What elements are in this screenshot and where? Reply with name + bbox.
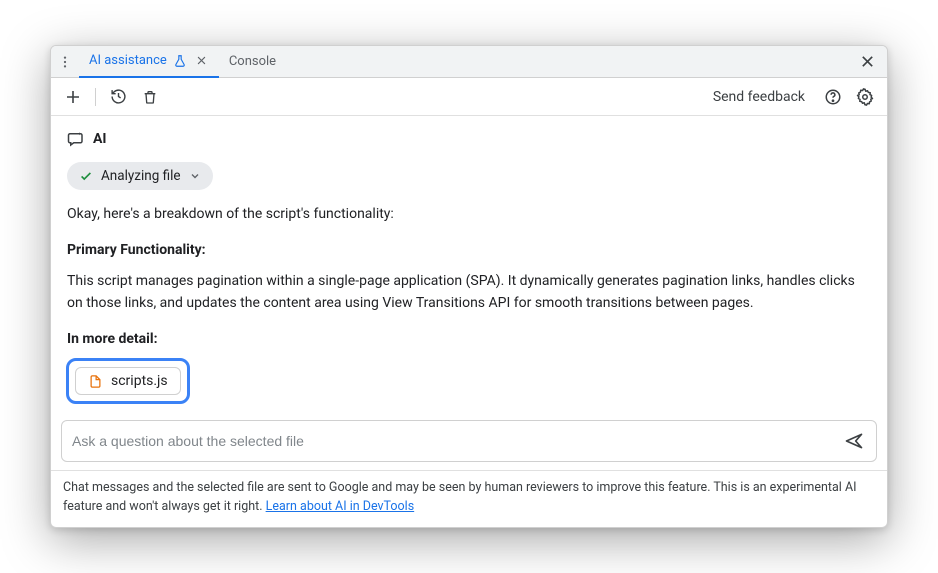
divider <box>95 88 96 106</box>
selected-file-name: scripts.js <box>111 373 168 389</box>
devtools-panel: AI assistance Console Send feedback <box>50 45 888 528</box>
settings-button[interactable] <box>853 85 877 109</box>
trash-icon <box>142 89 158 105</box>
disclaimer-footer: Chat messages and the selected file are … <box>51 470 887 527</box>
delete-button[interactable] <box>138 85 162 109</box>
tab-bar: AI assistance Console <box>51 46 887 78</box>
tab-label: Console <box>229 54 276 69</box>
chevron-down-icon <box>189 170 201 182</box>
file-icon <box>88 374 103 389</box>
chat-input[interactable] <box>72 433 834 449</box>
selected-file-chip[interactable]: scripts.js <box>75 367 181 395</box>
response-heading-primary: Primary Functionality: <box>67 240 871 262</box>
send-feedback-link[interactable]: Send feedback <box>713 89 805 105</box>
new-chat-button[interactable] <box>61 85 85 109</box>
ai-header: AI <box>67 130 871 148</box>
chat-input-row <box>61 420 877 462</box>
more-vertical-icon <box>58 55 72 69</box>
ai-header-label: AI <box>93 131 107 147</box>
flask-icon <box>173 54 187 68</box>
status-chip[interactable]: Analyzing file <box>67 162 213 190</box>
learn-more-link[interactable]: Learn about AI in DevTools <box>266 499 415 514</box>
tab-console[interactable]: Console <box>219 46 286 78</box>
history-button[interactable] <box>106 85 130 109</box>
status-chip-label: Analyzing file <box>101 168 181 184</box>
close-icon <box>196 55 207 66</box>
chat-content: AI Analyzing file Okay, here's a breakdo… <box>51 116 887 416</box>
toolbar: Send feedback <box>51 78 887 116</box>
gear-icon <box>856 88 874 106</box>
tab-label: AI assistance <box>89 53 167 68</box>
sparkle-chat-icon <box>67 130 85 148</box>
close-panel-button[interactable] <box>855 50 879 74</box>
close-tab-button[interactable] <box>195 54 209 68</box>
response-intro: Okay, here's a breakdown of the script's… <box>67 204 871 226</box>
close-icon <box>860 54 875 69</box>
check-icon <box>79 169 93 183</box>
help-icon <box>824 88 842 106</box>
send-icon <box>844 431 864 451</box>
history-icon <box>110 88 127 105</box>
send-button[interactable] <box>842 429 866 453</box>
response-paragraph: This script manages pagination within a … <box>67 271 871 314</box>
plus-icon <box>65 89 81 105</box>
help-button[interactable] <box>821 85 845 109</box>
more-tabs-button[interactable] <box>55 52 75 72</box>
disclaimer-text: Chat messages and the selected file are … <box>63 480 857 514</box>
response-heading-detail: In more detail: <box>67 329 871 351</box>
selected-file-highlight: scripts.js <box>66 358 871 404</box>
tab-ai-assistance[interactable]: AI assistance <box>79 46 219 78</box>
